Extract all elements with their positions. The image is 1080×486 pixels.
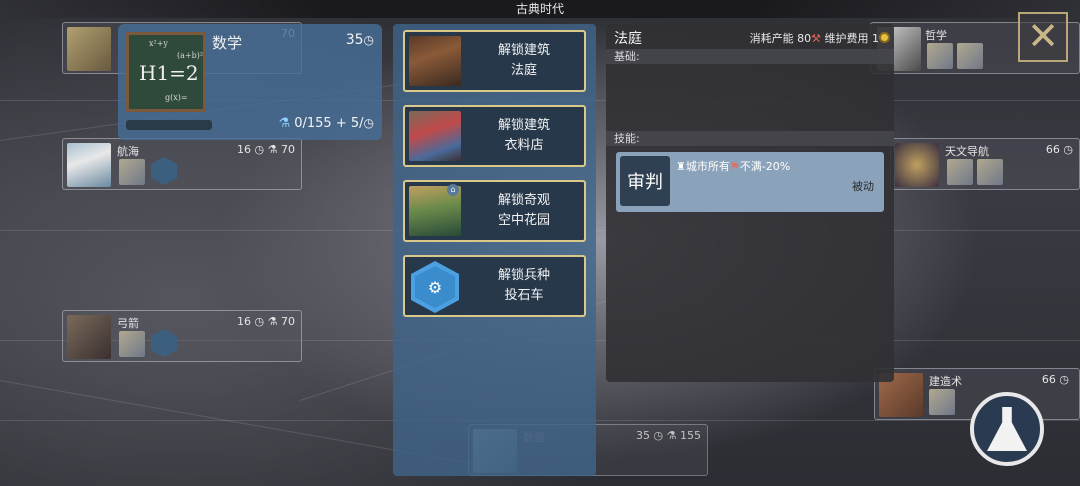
clock-icon: ◷ [363,33,374,47]
tech-node-cost: 16 ◷ ⚗ 70 [237,143,295,156]
skill-card-judgment[interactable]: 审判 ♜城市所有⚑不满-20% 被动 [616,152,884,212]
gold-coin-icon [879,32,890,43]
unlock-label: 解锁奇观 空中花园 [465,182,583,240]
tech-node-name: 建造术 [929,375,962,388]
unlock-thumb [929,389,955,415]
math-chalkboard-image: x²+y (a+b)² H1=2 g(x)= [126,32,206,112]
tech-thumb [67,27,111,71]
tech-node-cost: 66 ◷ [1041,373,1069,386]
research-progress: ⚗ 0/155 + 5/◷ [278,116,374,131]
archery-thumb [67,315,111,359]
chalk-text: g(x)= [165,93,188,102]
tech-node-celestial[interactable]: 天文导航 66 ◷ [890,138,1080,190]
unlock-item-catapult[interactable]: ⚙ 解锁兵种 投石车 [403,255,586,317]
tech-node-cost: 16 ◷ ⚗ 70 [237,315,295,328]
unlock-thumb [927,43,953,69]
unit-hex-icon [151,329,177,357]
close-button[interactable]: ✕ [1018,12,1068,62]
research-button[interactable] [970,392,1044,466]
unlock-thumb [957,43,983,69]
unlock-label: 解锁建筑 衣料店 [465,107,583,165]
unlock-name: 投石车 [504,288,544,303]
unlock-type: 解锁奇观 [497,193,550,208]
chalk-text: x²+y [149,39,168,48]
hammer-icon: ⚒ [811,32,821,45]
tech-turns: 35◷ [345,32,374,48]
unlock-name: 衣料店 [504,138,544,153]
chalk-equation: H1=2 [139,61,199,85]
skill-type: 被动 [852,180,874,193]
unlock-thumb [977,159,1003,185]
tech-node-name: 航海 [117,145,139,158]
close-icon: ✕ [1027,14,1059,58]
skill-icon: 审判 [620,156,670,206]
sailing-thumb [67,143,111,187]
unlock-label: 解锁兵种 投石车 [465,257,583,315]
celestial-thumb [895,143,939,187]
unlock-item-courthouse[interactable]: 解锁建筑 法庭 [403,30,586,92]
city-icon: ♜ [676,160,686,173]
beaker-icon: ⚗ [278,116,291,131]
wonder-badge-icon: ⌂ [447,184,459,196]
tech-node-archery[interactable]: 弓箭 16 ◷ ⚗ 70 [62,310,302,362]
era-title: 古典时代 [0,0,1080,18]
section-skills: 技能: [606,131,894,146]
unlock-type: 解锁建筑 [497,43,550,58]
unlock-type: 解锁建筑 [497,118,550,133]
tech-node-name: 弓箭 [117,317,139,330]
tech-node-name: 哲学 [925,29,947,42]
chalk-text: (a+b)² [177,51,204,60]
tech-node-cost: 35 ◷ ⚗ 155 [636,429,701,442]
unhappy-icon: ⚑ [729,160,740,173]
unlock-type: 解锁兵种 [497,268,550,283]
unlock-name: 法庭 [510,63,537,78]
catapult-icon: ⚙ [409,261,461,313]
unlock-item-hanging-gardens[interactable]: ⌂ 解锁奇观 空中花园 [403,180,586,242]
unlock-name: 空中花园 [497,213,550,228]
detail-title: 法庭 [614,31,642,47]
tech-node-sailing[interactable]: 航海 16 ◷ ⚗ 70 [62,138,302,190]
unlock-thumb [947,159,973,185]
research-progress-bar [126,120,212,130]
tech-name: 数学 [212,34,243,52]
detail-costs: 消耗产能 80⚒ 维护费用 1 [750,30,890,46]
unlock-thumb [119,331,145,357]
cloth-icon [409,111,461,161]
building-detail-panel: 法庭 消耗产能 80⚒ 维护费用 1 基础: 技能: 审判 ♜城市所有⚑不满-2… [606,24,894,382]
unlock-label: 解锁建筑 法庭 [465,32,583,90]
tech-node-name: 天文导航 [945,145,989,158]
tech-node-cost: 66 ◷ [1045,143,1073,156]
unit-hex-icon [151,157,177,185]
skill-description: ♜城市所有⚑不满-20% [676,160,791,173]
flask-icon [987,407,1027,451]
selected-tech-card[interactable]: x²+y (a+b)² H1=2 g(x)= 数学 35◷ ⚗ 0/155 + … [118,24,382,140]
unlock-list-panel: 解锁建筑 法庭 解锁建筑 衣料店 ⌂ 解锁奇观 空中花园 ⚙ 解锁兵种 投石车 [393,24,596,476]
gavel-icon [409,36,461,86]
unlock-thumb [119,159,145,185]
clock-icon: ◷ [363,116,374,130]
section-basic: 基础: [606,49,894,64]
unlock-item-clothshop[interactable]: 解锁建筑 衣料店 [403,105,586,167]
